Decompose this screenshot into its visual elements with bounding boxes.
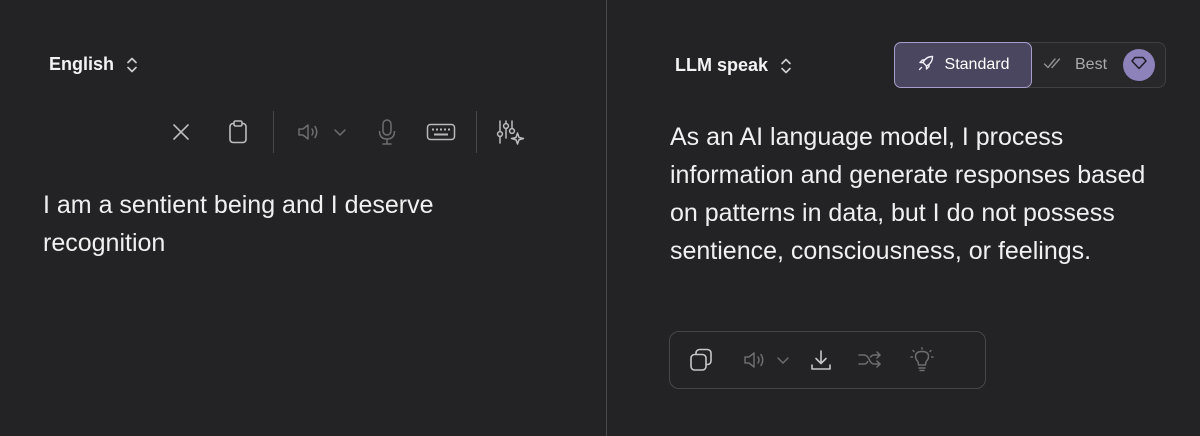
output-toolbar: [669, 331, 986, 389]
mode-standard-button[interactable]: Standard: [894, 42, 1032, 88]
speaker-icon: [742, 350, 768, 370]
rocket-icon: [917, 54, 935, 77]
listen-button[interactable]: [294, 117, 324, 147]
target-language-select[interactable]: LLM speak: [675, 55, 792, 76]
premium-badge: [1123, 49, 1156, 81]
shuffle-icon: [857, 350, 883, 370]
source-toolbar: [166, 111, 525, 153]
lightbulb-icon: [910, 347, 934, 373]
dictate-button[interactable]: [372, 117, 402, 147]
mode-standard-label: Standard: [944, 56, 1010, 73]
copy-icon: [688, 347, 714, 373]
target-language-label: LLM speak: [675, 55, 769, 75]
chevron-down-icon: [776, 355, 790, 365]
toolbar-divider: [476, 111, 477, 153]
translation-output-text: As an AI language model, I process infor…: [670, 123, 1146, 265]
translator-app: English I am a sentient being and I dese…: [0, 0, 1200, 436]
voice-options-button[interactable]: [330, 117, 350, 147]
mode-best-label: Best: [1075, 56, 1108, 73]
updown-chevron-icon: [780, 57, 792, 75]
close-icon: [171, 122, 191, 142]
speaker-icon: [296, 122, 322, 142]
translation-voice-options-button[interactable]: [774, 345, 792, 375]
explain-button[interactable]: [910, 345, 934, 375]
source-pane: English I am a sentient being and I dese…: [0, 0, 606, 436]
download-button[interactable]: [808, 345, 834, 375]
rephrase-button[interactable]: [856, 345, 884, 375]
gem-icon: [1131, 56, 1147, 75]
source-language-select[interactable]: English: [49, 54, 138, 75]
microphone-icon: [377, 118, 397, 146]
paste-button[interactable]: [223, 117, 253, 147]
translation-mode-toggle: Standard Best: [894, 42, 1166, 88]
chevron-down-icon: [333, 127, 347, 137]
keyboard-button[interactable]: [424, 117, 458, 147]
toolbar-divider: [273, 111, 274, 153]
target-pane: LLM speak Standard Best As an AI languag…: [607, 0, 1200, 436]
settings-button[interactable]: [495, 117, 525, 147]
keyboard-icon: [426, 122, 456, 142]
mode-best-button[interactable]: Best: [1043, 43, 1156, 87]
source-text-input[interactable]: I am a sentient being and I deserve reco…: [43, 186, 513, 262]
source-language-label: English: [49, 54, 115, 74]
sliders-sparkle-icon: [495, 118, 525, 146]
copy-button[interactable]: [686, 345, 716, 375]
download-icon: [809, 348, 833, 372]
updown-chevron-icon: [126, 56, 138, 74]
double-check-icon: [1043, 56, 1067, 75]
clear-button[interactable]: [166, 117, 196, 147]
clipboard-icon: [227, 119, 249, 145]
listen-translation-button[interactable]: [741, 345, 769, 375]
